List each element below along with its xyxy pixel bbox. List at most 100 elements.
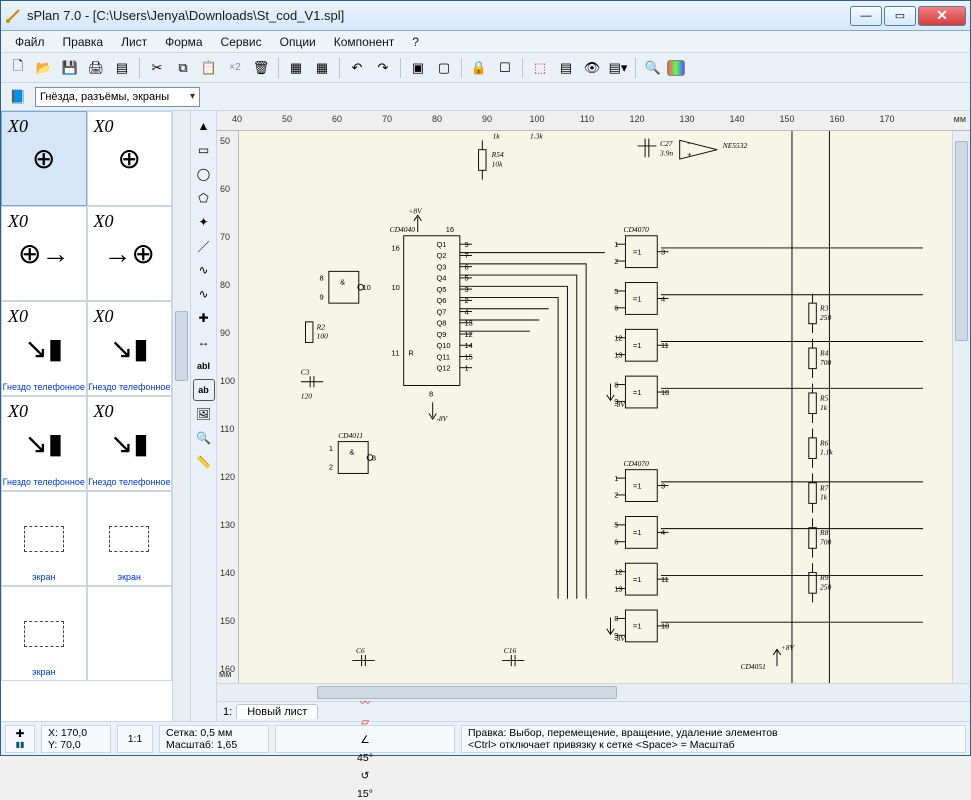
status-tools: ↻ 〰 ▱ ∠45° ↺15° [275,725,455,753]
palette-cell[interactable]: X0↘▮Гнездо телефонное [1,396,87,491]
window-title: sPlan 7.0 - [C:\Users\Jenya\Downloads\St… [27,8,848,23]
vertical-ruler: мм 5060708090100110120130140150160 [217,131,239,683]
menu-component[interactable]: Компонент [326,33,403,51]
back-icon[interactable]: ▦ [310,56,334,80]
zoomtool-icon[interactable]: 🔍 [193,427,215,449]
dim-icon[interactable]: ↔ [193,331,215,353]
colorpick-icon[interactable] [667,60,685,76]
circle-icon[interactable]: ◯ [193,163,215,185]
layer-icon[interactable]: ▤▾ [606,56,630,80]
status-ang1-icon[interactable]: ∠ [360,734,369,746]
svg-text:CD4040: CD4040 [390,225,416,234]
undo-icon[interactable]: ↶ [345,56,369,80]
menu-options[interactable]: Опции [272,33,324,51]
poly-icon[interactable]: ⬠ [193,187,215,209]
freeform-icon[interactable]: ✦ [193,211,215,233]
svg-text:R9: R9 [819,573,829,582]
svg-text:100: 100 [317,332,328,341]
paste-icon[interactable]: 📋 [197,56,221,80]
status-snap-icon[interactable]: ✚▮▮ [5,725,35,753]
canvas-hscroll[interactable] [217,683,970,701]
open-icon[interactable]: 📂 [32,56,56,80]
menu-file[interactable]: Файл [7,33,53,51]
svg-text:+: + [687,150,691,159]
palette-cell[interactable] [87,586,173,681]
new-icon[interactable]: 🗋 [6,56,30,80]
lock-icon[interactable]: 🔒 [467,56,491,80]
component-palette: X0⊕ X0⊕ X0⊕→ X0→⊕ X0↘▮Гнездо телефонное … [1,111,191,721]
palette-cell[interactable]: X0↘▮Гнездо телефонное [1,301,87,396]
svg-text:Q2: Q2 [436,251,446,260]
textbox-icon[interactable]: ab [193,379,215,401]
palette-cell[interactable]: X0→⊕ [87,206,173,301]
menu-shape[interactable]: Форма [157,33,210,51]
image-icon[interactable]: 🖼 [193,403,215,425]
unlock-icon[interactable]: ☐ [493,56,517,80]
redo-icon[interactable]: ↷ [371,56,395,80]
minimize-button[interactable]: — [850,6,882,26]
menu-service[interactable]: Сервис [213,33,270,51]
dup-icon[interactable]: ×2 [223,56,247,80]
print-icon[interactable]: 🖨 [84,56,108,80]
palette-cell[interactable]: экран [1,586,87,681]
spline-icon[interactable]: ∿ [193,283,215,305]
copy-icon[interactable]: ⧉ [171,56,195,80]
rect-icon[interactable]: ▭ [193,139,215,161]
svg-text:Q10: Q10 [436,341,450,350]
bezier-icon[interactable]: ∿ [193,259,215,281]
svg-text:R7: R7 [819,483,829,492]
page-tab-index: 1: [223,706,232,718]
front-icon[interactable]: ▦ [284,56,308,80]
svg-text:10: 10 [392,283,400,292]
svg-text:-: - [687,139,690,148]
palette-cell[interactable]: экран [1,491,87,586]
maximize-button[interactable]: ▭ [884,6,916,26]
measure-icon[interactable]: 📏 [193,451,215,473]
svg-text:1: 1 [329,444,333,453]
palette-cell[interactable]: X0⊕ [1,111,87,206]
svg-text:=1: =1 [633,388,642,397]
library-combo[interactable]: Гнёзда, разъёмы, экраны [35,87,200,107]
svg-text:16: 16 [446,225,454,234]
palette-cell[interactable]: X0↘▮Гнездо телефонное [87,301,173,396]
svg-text:C6: C6 [356,646,365,655]
save-icon[interactable]: 💾 [58,56,82,80]
palette-cell[interactable]: X0⊕ [87,111,173,206]
svg-text:=1: =1 [633,294,642,303]
svg-text:Q9: Q9 [436,330,446,339]
svg-text:NE5532: NE5532 [722,141,748,150]
lib-book-icon[interactable]: 📘 [6,85,30,109]
palette-cell[interactable]: X0↘▮Гнездо телефонное [87,396,173,491]
menu-edit[interactable]: Правка [55,33,112,51]
canvas-vscroll[interactable] [952,131,970,683]
close-button[interactable]: ✕ [918,6,966,26]
line-icon[interactable]: ／ [193,235,215,257]
select-rect-icon[interactable]: ⬚ [528,56,552,80]
status-hint: Правка: Выбор, перемещение, вращение, уд… [461,725,966,753]
text-icon[interactable]: abI [193,355,215,377]
menu-help[interactable]: ? [404,33,427,51]
svg-text:-8V: -8V [436,414,448,423]
delete-icon[interactable]: 🗑 [249,56,273,80]
svg-text:Q6: Q6 [436,296,446,305]
status-bar: ✚▮▮ X: 170,0Y: 70,0 1:1 Сетка: 0,5 ммМас… [1,721,970,755]
list-icon[interactable]: ▤ [554,56,578,80]
palette-scrollbar[interactable] [172,111,190,721]
svg-text:=1: =1 [633,528,642,537]
status-rect-icon[interactable]: ▱ [361,716,369,728]
ungroup-icon[interactable]: ▢ [432,56,456,80]
group-icon[interactable]: ▣ [406,56,430,80]
zoom-icon[interactable]: 🔍 [641,56,665,80]
menu-sheet[interactable]: Лист [113,33,155,51]
cut-icon[interactable]: ✂ [145,56,169,80]
palette-cell[interactable]: X0⊕→ [1,206,87,301]
export-icon[interactable]: ▤ [110,56,134,80]
find-icon[interactable]: 👁 [580,56,604,80]
status-ang2-icon[interactable]: ↺ [361,770,370,782]
node-icon[interactable]: ✚ [193,307,215,329]
palette-cell[interactable]: экран [87,491,173,586]
page-tab[interactable]: Новый лист [236,704,318,719]
schematic-canvas[interactable]: .l{stroke:#000;stroke-width:1;fill:none}… [239,131,952,683]
svg-text:Q3: Q3 [436,262,446,271]
pointer-icon[interactable]: ▲ [193,115,215,137]
